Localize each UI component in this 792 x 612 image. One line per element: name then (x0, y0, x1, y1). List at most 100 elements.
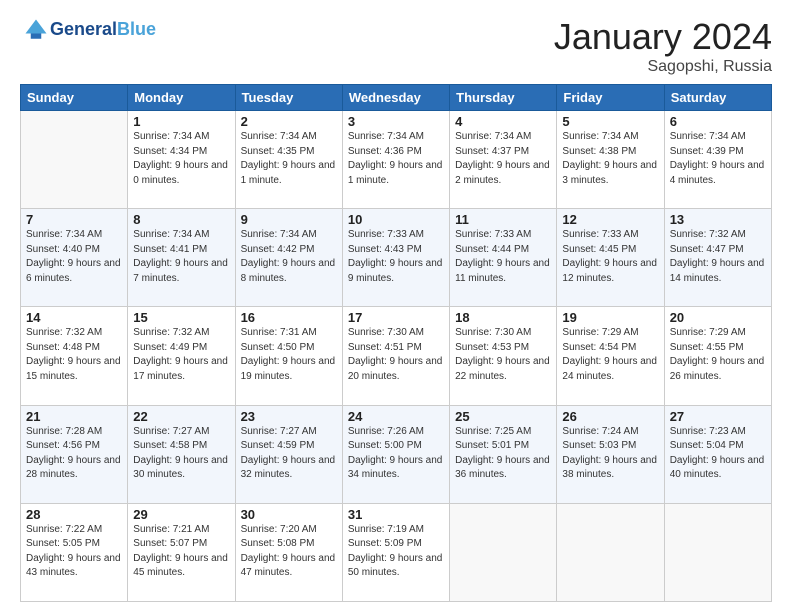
header: GeneralBlue January 2024 Sagopshi, Russi… (20, 16, 772, 76)
calendar-table: Sunday Monday Tuesday Wednesday Thursday… (20, 84, 772, 602)
logo-icon (22, 16, 50, 44)
cell-info: Sunrise: 7:31 AMSunset: 4:50 PMDaylight:… (241, 326, 337, 384)
table-row: 21Sunrise: 7:28 AMSunset: 4:56 PMDayligh… (21, 405, 128, 503)
day-number: 2 (241, 114, 337, 129)
day-number: 22 (133, 409, 229, 424)
cell-info: Sunrise: 7:34 AMSunset: 4:34 PMDaylight:… (133, 130, 229, 188)
cell-info: Sunrise: 7:34 AMSunset: 4:37 PMDaylight:… (455, 130, 551, 188)
cell-info: Sunrise: 7:34 AMSunset: 4:41 PMDaylight:… (133, 228, 229, 286)
cell-info: Sunrise: 7:34 AMSunset: 4:36 PMDaylight:… (348, 130, 444, 188)
calendar-header-row: Sunday Monday Tuesday Wednesday Thursday… (21, 85, 772, 111)
cell-info: Sunrise: 7:28 AMSunset: 4:56 PMDaylight:… (26, 425, 122, 483)
table-row: 1Sunrise: 7:34 AMSunset: 4:34 PMDaylight… (128, 111, 235, 209)
cell-info: Sunrise: 7:34 AMSunset: 4:35 PMDaylight:… (241, 130, 337, 188)
table-row: 5Sunrise: 7:34 AMSunset: 4:38 PMDaylight… (557, 111, 664, 209)
day-number: 23 (241, 409, 337, 424)
day-number: 15 (133, 310, 229, 325)
table-row: 20Sunrise: 7:29 AMSunset: 4:55 PMDayligh… (664, 307, 771, 405)
cell-info: Sunrise: 7:22 AMSunset: 5:05 PMDaylight:… (26, 523, 122, 581)
day-number: 31 (348, 507, 444, 522)
cell-info: Sunrise: 7:29 AMSunset: 4:54 PMDaylight:… (562, 326, 658, 384)
table-row: 31Sunrise: 7:19 AMSunset: 5:09 PMDayligh… (342, 503, 449, 601)
day-number: 13 (670, 212, 766, 227)
day-number: 17 (348, 310, 444, 325)
day-number: 8 (133, 212, 229, 227)
table-row: 23Sunrise: 7:27 AMSunset: 4:59 PMDayligh… (235, 405, 342, 503)
day-number: 14 (26, 310, 122, 325)
cell-info: Sunrise: 7:29 AMSunset: 4:55 PMDaylight:… (670, 326, 766, 384)
cell-info: Sunrise: 7:32 AMSunset: 4:47 PMDaylight:… (670, 228, 766, 286)
table-row: 10Sunrise: 7:33 AMSunset: 4:43 PMDayligh… (342, 209, 449, 307)
cell-info: Sunrise: 7:19 AMSunset: 5:09 PMDaylight:… (348, 523, 444, 581)
table-row: 29Sunrise: 7:21 AMSunset: 5:07 PMDayligh… (128, 503, 235, 601)
table-row: 9Sunrise: 7:34 AMSunset: 4:42 PMDaylight… (235, 209, 342, 307)
calendar-week-row: 28Sunrise: 7:22 AMSunset: 5:05 PMDayligh… (21, 503, 772, 601)
day-number: 20 (670, 310, 766, 325)
table-row (21, 111, 128, 209)
cell-info: Sunrise: 7:20 AMSunset: 5:08 PMDaylight:… (241, 523, 337, 581)
table-row: 11Sunrise: 7:33 AMSunset: 4:44 PMDayligh… (450, 209, 557, 307)
table-row: 8Sunrise: 7:34 AMSunset: 4:41 PMDaylight… (128, 209, 235, 307)
location: Sagopshi, Russia (554, 58, 772, 76)
cell-info: Sunrise: 7:34 AMSunset: 4:39 PMDaylight:… (670, 130, 766, 188)
cell-info: Sunrise: 7:27 AMSunset: 4:58 PMDaylight:… (133, 425, 229, 483)
day-number: 7 (26, 212, 122, 227)
table-row: 28Sunrise: 7:22 AMSunset: 5:05 PMDayligh… (21, 503, 128, 601)
day-number: 4 (455, 114, 551, 129)
logo-general: General (50, 19, 117, 39)
calendar-week-row: 21Sunrise: 7:28 AMSunset: 4:56 PMDayligh… (21, 405, 772, 503)
table-row: 26Sunrise: 7:24 AMSunset: 5:03 PMDayligh… (557, 405, 664, 503)
table-row: 17Sunrise: 7:30 AMSunset: 4:51 PMDayligh… (342, 307, 449, 405)
col-monday: Monday (128, 85, 235, 111)
day-number: 3 (348, 114, 444, 129)
day-number: 21 (26, 409, 122, 424)
cell-info: Sunrise: 7:34 AMSunset: 4:40 PMDaylight:… (26, 228, 122, 286)
calendar-week-row: 14Sunrise: 7:32 AMSunset: 4:48 PMDayligh… (21, 307, 772, 405)
cell-info: Sunrise: 7:24 AMSunset: 5:03 PMDaylight:… (562, 425, 658, 483)
col-tuesday: Tuesday (235, 85, 342, 111)
logo-blue: Blue (117, 19, 156, 39)
table-row: 7Sunrise: 7:34 AMSunset: 4:40 PMDaylight… (21, 209, 128, 307)
table-row: 24Sunrise: 7:26 AMSunset: 5:00 PMDayligh… (342, 405, 449, 503)
cell-info: Sunrise: 7:30 AMSunset: 4:53 PMDaylight:… (455, 326, 551, 384)
table-row: 30Sunrise: 7:20 AMSunset: 5:08 PMDayligh… (235, 503, 342, 601)
col-friday: Friday (557, 85, 664, 111)
table-row: 14Sunrise: 7:32 AMSunset: 4:48 PMDayligh… (21, 307, 128, 405)
cell-info: Sunrise: 7:33 AMSunset: 4:45 PMDaylight:… (562, 228, 658, 286)
cell-info: Sunrise: 7:32 AMSunset: 4:48 PMDaylight:… (26, 326, 122, 384)
calendar-week-row: 1Sunrise: 7:34 AMSunset: 4:34 PMDaylight… (21, 111, 772, 209)
table-row: 18Sunrise: 7:30 AMSunset: 4:53 PMDayligh… (450, 307, 557, 405)
cell-info: Sunrise: 7:27 AMSunset: 4:59 PMDaylight:… (241, 425, 337, 483)
day-number: 12 (562, 212, 658, 227)
day-number: 16 (241, 310, 337, 325)
cell-info: Sunrise: 7:21 AMSunset: 5:07 PMDaylight:… (133, 523, 229, 581)
cell-info: Sunrise: 7:25 AMSunset: 5:01 PMDaylight:… (455, 425, 551, 483)
table-row: 19Sunrise: 7:29 AMSunset: 4:54 PMDayligh… (557, 307, 664, 405)
col-wednesday: Wednesday (342, 85, 449, 111)
cell-info: Sunrise: 7:33 AMSunset: 4:44 PMDaylight:… (455, 228, 551, 286)
day-number: 30 (241, 507, 337, 522)
day-number: 27 (670, 409, 766, 424)
table-row (557, 503, 664, 601)
col-thursday: Thursday (450, 85, 557, 111)
table-row: 12Sunrise: 7:33 AMSunset: 4:45 PMDayligh… (557, 209, 664, 307)
calendar-week-row: 7Sunrise: 7:34 AMSunset: 4:40 PMDaylight… (21, 209, 772, 307)
col-saturday: Saturday (664, 85, 771, 111)
cell-info: Sunrise: 7:34 AMSunset: 4:42 PMDaylight:… (241, 228, 337, 286)
table-row (450, 503, 557, 601)
table-row: 27Sunrise: 7:23 AMSunset: 5:04 PMDayligh… (664, 405, 771, 503)
day-number: 19 (562, 310, 658, 325)
day-number: 24 (348, 409, 444, 424)
table-row: 25Sunrise: 7:25 AMSunset: 5:01 PMDayligh… (450, 405, 557, 503)
title-area: January 2024 Sagopshi, Russia (554, 16, 772, 76)
day-number: 11 (455, 212, 551, 227)
table-row: 6Sunrise: 7:34 AMSunset: 4:39 PMDaylight… (664, 111, 771, 209)
day-number: 26 (562, 409, 658, 424)
table-row: 4Sunrise: 7:34 AMSunset: 4:37 PMDaylight… (450, 111, 557, 209)
day-number: 29 (133, 507, 229, 522)
day-number: 5 (562, 114, 658, 129)
day-number: 25 (455, 409, 551, 424)
day-number: 10 (348, 212, 444, 227)
page: GeneralBlue January 2024 Sagopshi, Russi… (0, 0, 792, 612)
cell-info: Sunrise: 7:23 AMSunset: 5:04 PMDaylight:… (670, 425, 766, 483)
